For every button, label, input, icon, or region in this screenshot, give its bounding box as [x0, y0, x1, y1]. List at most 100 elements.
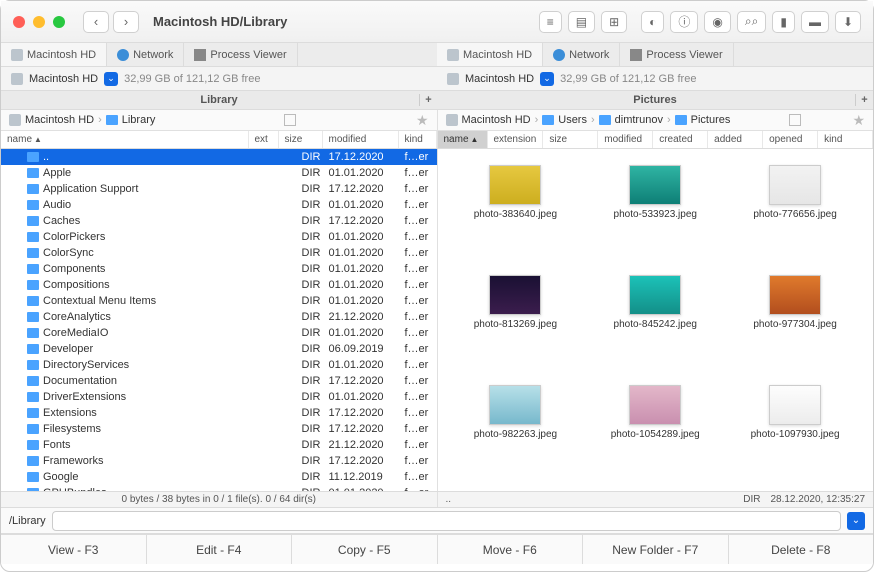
crumb-library[interactable]: Library — [122, 114, 156, 126]
image-icon — [629, 385, 681, 425]
picture-thumb[interactable]: photo-383640.jpeg — [450, 165, 582, 255]
action-edit[interactable]: Edit - F4 — [147, 535, 293, 564]
binoculars-icon[interactable]: ⌕⌕ — [737, 11, 766, 33]
file-row[interactable]: FilesystemsDIR17.12.2020f…er — [1, 421, 437, 437]
path-input[interactable] — [52, 511, 841, 531]
action-new[interactable]: New Folder - F7 — [583, 535, 729, 564]
eye-icon[interactable]: ◉ — [704, 11, 730, 33]
column-kind[interactable]: kind — [818, 131, 873, 148]
picture-thumb[interactable]: photo-1097930.jpeg — [729, 385, 861, 475]
view-grid-icon[interactable]: ⊞ — [601, 11, 627, 33]
file-row[interactable]: ..DIR17.12.2020f…er — [1, 149, 437, 165]
file-row[interactable]: DirectoryServicesDIR01.01.2020f…er — [1, 357, 437, 373]
tab-network[interactable]: Network — [543, 43, 620, 66]
file-row[interactable]: FontsDIR21.12.2020f…er — [1, 437, 437, 453]
file-modified: 11.12.2019 — [325, 471, 401, 483]
file-row[interactable]: CoreAnalyticsDIR21.12.2020f…er — [1, 309, 437, 325]
tab-process-viewer[interactable]: Process Viewer — [620, 43, 733, 66]
column-kind[interactable]: kind — [399, 131, 437, 148]
file-row[interactable]: ComponentsDIR01.01.2020f…er — [1, 261, 437, 277]
crumb-macintosh hd[interactable]: Macintosh HD — [25, 114, 94, 126]
close-window-button[interactable] — [13, 16, 25, 28]
folder-icon — [106, 115, 118, 125]
drive-dropdown-right[interactable]: ⌄ — [540, 72, 554, 86]
file-modified: 17.12.2020 — [325, 151, 401, 163]
view-list-icon[interactable]: ≡ — [539, 11, 562, 33]
column-modified[interactable]: modified — [598, 131, 653, 148]
file-row[interactable]: GoogleDIR11.12.2019f…er — [1, 469, 437, 485]
file-row[interactable]: DriverExtensionsDIR01.01.2020f…er — [1, 389, 437, 405]
drive-dropdown-left[interactable]: ⌄ — [104, 72, 118, 86]
crumb-users[interactable]: Users — [558, 114, 587, 126]
download-icon[interactable]: ⬇ — [835, 11, 861, 33]
column-name[interactable]: name▲ — [1, 131, 249, 148]
column-modified[interactable]: modified — [323, 131, 399, 148]
file-modified: 01.01.2020 — [325, 231, 401, 243]
column-size[interactable]: size — [279, 131, 323, 148]
tab-macintosh-hd[interactable]: Macintosh HD — [437, 43, 543, 66]
picture-thumb[interactable]: photo-776656.jpeg — [729, 165, 861, 255]
column-created[interactable]: created — [653, 131, 708, 148]
file-row[interactable]: FrameworksDIR17.12.2020f…er — [1, 453, 437, 469]
view-columns-icon[interactable]: ▤ — [568, 11, 595, 33]
file-row[interactable]: Contextual Menu ItemsDIR01.01.2020f…er — [1, 293, 437, 309]
picture-grid[interactable]: photo-383640.jpegphoto-533923.jpegphoto-… — [438, 149, 874, 491]
forward-button[interactable]: › — [113, 11, 139, 33]
tab-macintosh-hd[interactable]: Macintosh HD — [1, 43, 107, 66]
tab-network[interactable]: Network — [107, 43, 184, 66]
column-added[interactable]: added — [708, 131, 763, 148]
file-size: DIR — [283, 183, 325, 195]
file-list[interactable]: ..DIR17.12.2020f…erAppleDIR01.01.2020f…e… — [1, 149, 437, 491]
folder-icon — [27, 248, 39, 258]
column-size[interactable]: size — [543, 131, 598, 148]
file-row[interactable]: DocumentationDIR17.12.2020f…er — [1, 373, 437, 389]
favorite-star-icon[interactable]: ★ — [852, 112, 865, 129]
disk-icon[interactable]: ▬ — [801, 11, 829, 33]
column-extension[interactable]: extension — [488, 131, 544, 148]
file-row[interactable]: AppleDIR01.01.2020f…er — [1, 165, 437, 181]
file-row[interactable]: ExtensionsDIR17.12.2020f…er — [1, 405, 437, 421]
picture-thumb[interactable]: photo-813269.jpeg — [450, 275, 582, 365]
archive-icon[interactable]: ▮ — [772, 11, 795, 33]
column-name[interactable]: name▲ — [438, 131, 488, 148]
file-row[interactable]: ColorPickersDIR01.01.2020f…er — [1, 229, 437, 245]
file-modified: 01.01.2020 — [325, 279, 401, 291]
file-row[interactable]: CompositionsDIR01.01.2020f…er — [1, 277, 437, 293]
window-title: Macintosh HD/Library — [153, 14, 539, 29]
zoom-window-button[interactable] — [53, 16, 65, 28]
crumb-dimtrunov[interactable]: dimtrunov — [615, 114, 663, 126]
action-delete[interactable]: Delete - F8 — [729, 535, 874, 564]
file-row[interactable]: GPUBundlesDIR01.01.2020f…er — [1, 485, 437, 491]
file-name: Filesystems — [43, 423, 101, 435]
file-row[interactable]: CoreMediaIODIR01.01.2020f…er — [1, 325, 437, 341]
file-row[interactable]: Application SupportDIR17.12.2020f…er — [1, 181, 437, 197]
action-view[interactable]: View - F3 — [1, 535, 147, 564]
file-size: DIR — [283, 199, 325, 211]
picture-thumb[interactable]: photo-982263.jpeg — [450, 385, 582, 475]
path-dropdown-button[interactable]: ⌄ — [847, 512, 865, 530]
crumb-macintosh hd[interactable]: Macintosh HD — [462, 114, 531, 126]
file-row[interactable]: ColorSyncDIR01.01.2020f…er — [1, 245, 437, 261]
back-button[interactable]: ‹ — [83, 11, 109, 33]
action-move[interactable]: Move - F6 — [438, 535, 584, 564]
folder-icon — [27, 232, 39, 242]
picture-thumb[interactable]: photo-845242.jpeg — [589, 275, 721, 365]
favorite-star-icon[interactable]: ★ — [416, 112, 429, 129]
tab-process-viewer[interactable]: Process Viewer — [184, 43, 297, 66]
info-icon[interactable]: ⓘ — [670, 11, 698, 33]
file-row[interactable]: DeveloperDIR06.09.2019f…er — [1, 341, 437, 357]
crumb-pictures[interactable]: Pictures — [691, 114, 731, 126]
column-opened[interactable]: opened — [763, 131, 818, 148]
picture-thumb[interactable]: photo-533923.jpeg — [589, 165, 721, 255]
file-row[interactable]: AudioDIR01.01.2020f…er — [1, 197, 437, 213]
action-copy[interactable]: Copy - F5 — [292, 535, 438, 564]
column-ext[interactable]: ext — [249, 131, 279, 148]
add-tab-right[interactable]: + — [855, 94, 873, 106]
add-tab-left[interactable]: + — [419, 94, 437, 106]
file-row[interactable]: CachesDIR17.12.2020f…er — [1, 213, 437, 229]
folder-icon — [27, 200, 39, 210]
toggle-button[interactable]: ◐ — [641, 11, 664, 33]
minimize-window-button[interactable] — [33, 16, 45, 28]
picture-thumb[interactable]: photo-1054289.jpeg — [589, 385, 721, 475]
picture-thumb[interactable]: photo-977304.jpeg — [729, 275, 861, 365]
